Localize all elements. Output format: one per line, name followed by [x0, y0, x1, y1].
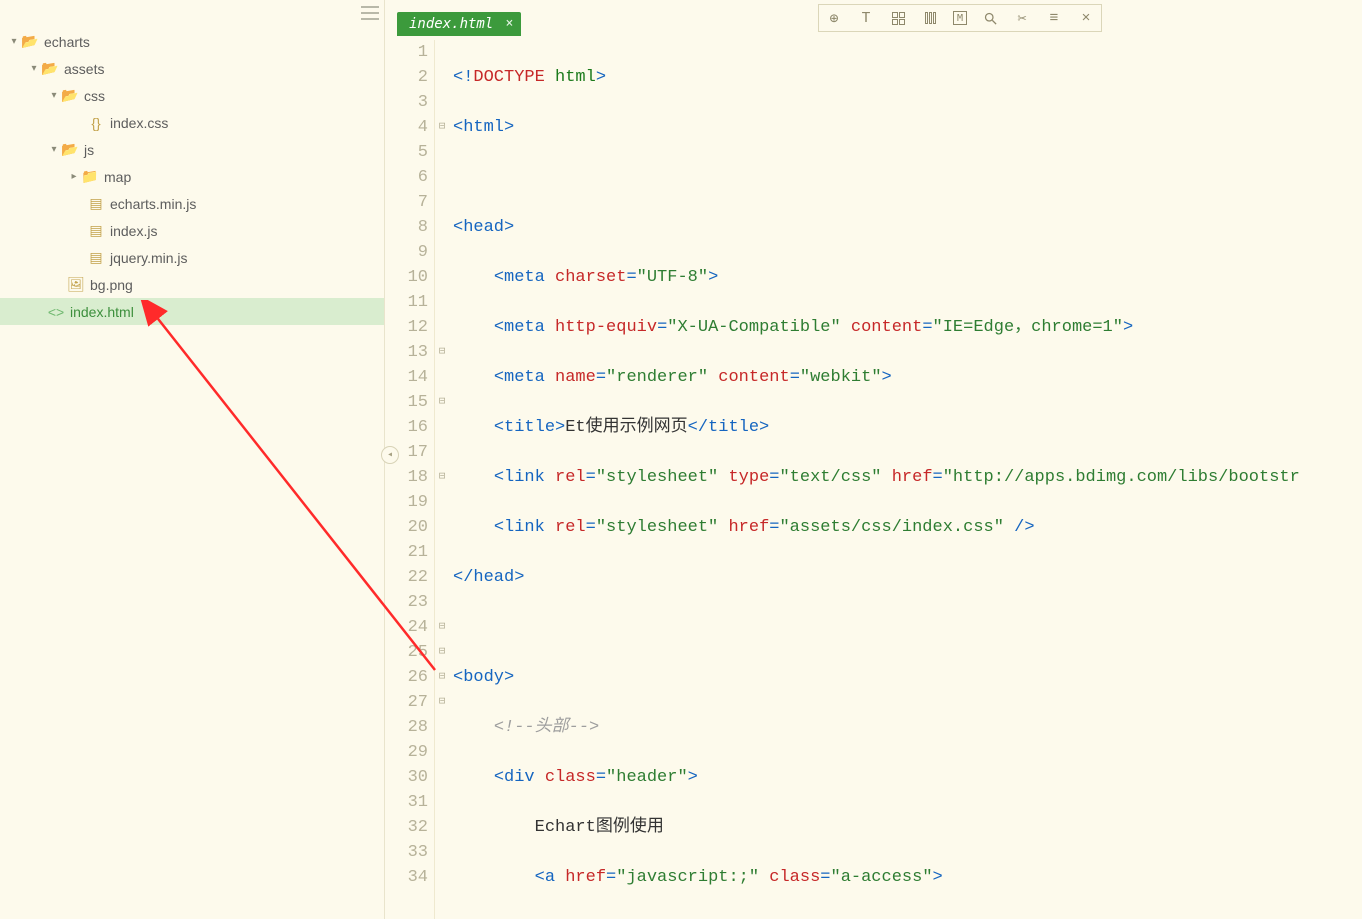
tree-label: js	[84, 142, 94, 158]
image-file-icon: 🖼	[68, 277, 84, 293]
sidebar-collapse-button[interactable]: ◂	[381, 446, 399, 464]
search-icon[interactable]	[981, 9, 999, 27]
scissors-icon[interactable]: ✂	[1013, 9, 1031, 27]
tree-file-echartsmin[interactable]: ▤ echarts.min.js	[0, 190, 385, 217]
folder-open-icon: 📂	[22, 34, 38, 50]
folder-open-icon: 📂	[42, 61, 58, 77]
tree-folder-js[interactable]: ▾ 📂 js	[0, 136, 385, 163]
tree-file-indexcss[interactable]: {} index.css	[0, 109, 385, 136]
tab-label: index.html	[409, 16, 493, 32]
tree-label: css	[84, 88, 105, 104]
tree-label: map	[104, 169, 131, 185]
chevron-down-icon: ▾	[48, 144, 60, 155]
js-file-icon: ▤	[88, 250, 104, 266]
tree-folder-map[interactable]: ▸ 📁 map	[0, 163, 385, 190]
tree-label: index.js	[110, 223, 157, 239]
js-file-icon: ▤	[88, 196, 104, 212]
fold-gutter[interactable]: ⊟⊟⊟⊟⊟⊟⊟⊟	[435, 40, 449, 919]
chevron-down-icon: ▾	[48, 90, 60, 101]
close-icon[interactable]: ×	[1077, 9, 1095, 27]
markdown-icon[interactable]: M	[953, 11, 967, 25]
js-file-icon: ▤	[88, 223, 104, 239]
tree-label: index.css	[110, 115, 168, 131]
css-file-icon: {}	[88, 115, 104, 131]
tree-folder-echarts[interactable]: ▾ 📂 echarts	[0, 28, 385, 55]
editor-floating-toolbar: ⊕ T M ✂ ≡ ×	[818, 4, 1102, 32]
chevron-right-icon: ▸	[68, 171, 80, 182]
tree-label: index.html	[70, 304, 134, 320]
code-content[interactable]: <!DOCTYPE html> <html> <head> <meta char…	[449, 40, 1362, 919]
target-icon[interactable]: ⊕	[825, 9, 843, 27]
grid-icon[interactable]	[889, 9, 907, 27]
sidebar-toggle-icon[interactable]	[361, 6, 379, 20]
tree-label: echarts.min.js	[110, 196, 196, 212]
tab-indexhtml[interactable]: index.html ×	[397, 12, 521, 36]
line-number-gutter: 1234567891011121314151617181920212223242…	[397, 40, 435, 919]
html-file-icon: <>	[48, 304, 64, 320]
close-icon[interactable]: ×	[505, 16, 513, 31]
folder-open-icon: 📂	[62, 88, 78, 104]
tree-label: assets	[64, 61, 104, 77]
editor-tabs: index.html ×	[397, 12, 521, 36]
folder-icon: 📁	[82, 169, 98, 185]
columns-icon[interactable]	[921, 9, 939, 27]
tree-file-indexjs[interactable]: ▤ index.js	[0, 217, 385, 244]
file-explorer: ▾ 📂 echarts ▾ 📂 assets ▾ 📂 css {} index.…	[0, 0, 385, 919]
tree-folder-css[interactable]: ▾ 📂 css	[0, 82, 385, 109]
tree-file-indexhtml[interactable]: <> index.html	[0, 298, 385, 325]
chevron-down-icon: ▾	[8, 36, 20, 47]
tree-label: echarts	[44, 34, 90, 50]
tree-folder-assets[interactable]: ▾ 📂 assets	[0, 55, 385, 82]
code-editor: index.html × ⊕ T M ✂ ≡ × 123456789101112…	[385, 0, 1362, 919]
tree-file-bgpng[interactable]: 🖼 bg.png	[0, 271, 385, 298]
tree-file-jquerymin[interactable]: ▤ jquery.min.js	[0, 244, 385, 271]
folder-open-icon: 📂	[62, 142, 78, 158]
tree-label: bg.png	[90, 277, 133, 293]
chevron-down-icon: ▾	[28, 63, 40, 74]
tree-label: jquery.min.js	[110, 250, 188, 266]
menu-icon[interactable]: ≡	[1045, 9, 1063, 27]
text-icon[interactable]: T	[857, 9, 875, 27]
